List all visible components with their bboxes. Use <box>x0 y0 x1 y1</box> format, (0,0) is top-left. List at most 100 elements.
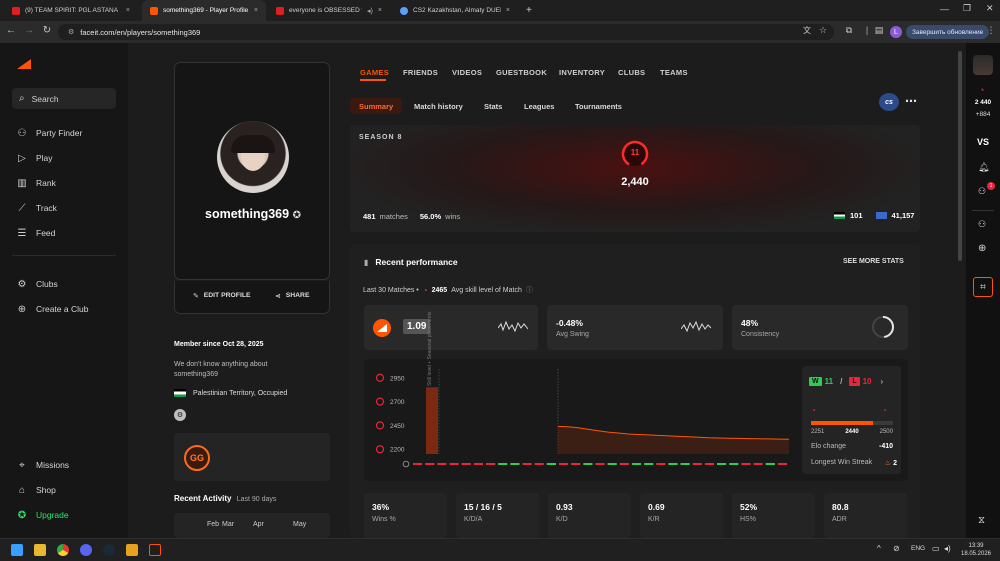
result-loss-mark[interactable] <box>656 463 666 465</box>
result-win-mark[interactable] <box>631 463 642 465</box>
cs2-game-badge[interactable]: cs <box>879 93 899 111</box>
maximize-icon[interactable]: ❐ <box>963 3 971 14</box>
result-win-mark[interactable] <box>765 463 775 465</box>
translate-icon[interactable]: 文 <box>800 25 814 36</box>
edit-profile-button[interactable]: ✎ EDIT PROFILE <box>193 292 251 300</box>
subtab-tournaments[interactable]: Tournaments <box>575 98 622 114</box>
tab-guestbook[interactable]: GUESTBOOK <box>496 68 547 77</box>
chrome-icon[interactable] <box>57 544 69 556</box>
result-loss-mark[interactable] <box>619 463 629 465</box>
tab-videos[interactable]: VIDEOS <box>452 68 482 77</box>
result-loss-mark[interactable] <box>753 463 763 465</box>
sidebar-item-clubs[interactable]: ⚙ Clubs <box>16 278 58 290</box>
result-loss-mark[interactable] <box>777 463 787 465</box>
sidebar-item-play[interactable]: ▷ Play <box>16 152 52 164</box>
bell-icon[interactable]: 🔔︎ <box>978 162 989 173</box>
profile-avatar[interactable]: L <box>890 26 902 38</box>
party-icon[interactable]: ⚇ <box>978 219 986 230</box>
sidebar-item-missions[interactable]: ⌖ Missions <box>16 459 69 471</box>
see-more-stats-link[interactable]: SEE MORE STATS <box>843 258 904 265</box>
tab-inventory[interactable]: INVENTORY <box>559 68 605 77</box>
app-icon[interactable] <box>126 544 138 556</box>
update-button[interactable]: Завершить обновление <box>906 25 990 39</box>
result-loss-mark[interactable] <box>449 463 459 465</box>
subtab-match-history[interactable]: Match history <box>414 98 463 114</box>
steam-icon[interactable]: ⚙ <box>174 409 186 421</box>
subtab-summary[interactable]: Summary <box>350 98 403 114</box>
subtab-leagues[interactable]: Leagues <box>524 98 554 114</box>
file-explorer-icon[interactable] <box>34 544 46 556</box>
result-win-mark[interactable] <box>729 463 739 465</box>
friends-icon[interactable]: ⚇ <box>978 186 986 197</box>
result-loss-mark[interactable] <box>534 463 544 465</box>
faceit-logo-icon[interactable] <box>16 58 32 70</box>
browser-tab-1[interactable]: (9) TEAM SPIRIT: PGL ASTANA × <box>4 0 138 21</box>
result-loss-mark[interactable] <box>595 463 605 465</box>
sidebar-item-upgrade[interactable]: ✪ Upgrade <box>16 509 69 521</box>
windows-start-icon[interactable] <box>11 544 23 556</box>
tab-clubs[interactable]: CLUBS <box>618 68 645 77</box>
menu-icon[interactable]: ⋮ <box>984 25 998 36</box>
tray-chevron-icon[interactable]: ^ <box>877 544 881 553</box>
share-button[interactable]: ⋖ SHARE <box>275 292 310 300</box>
chevron-right-icon[interactable]: › <box>881 377 884 386</box>
gg-badge-icon[interactable]: GG <box>184 445 210 471</box>
browser-tab-2[interactable]: something369 - Player Profile - × <box>142 0 266 21</box>
result-loss-mark[interactable] <box>522 463 532 465</box>
steam-taskbar-icon[interactable] <box>103 544 115 556</box>
result-win-mark[interactable] <box>583 463 593 465</box>
result-loss-mark[interactable] <box>413 463 423 465</box>
result-win-mark[interactable] <box>644 463 654 465</box>
sidebar-item-create-club[interactable]: ⊕ Create a Club <box>16 303 89 315</box>
result-loss-mark[interactable] <box>486 463 496 465</box>
result-loss-mark[interactable] <box>571 463 581 465</box>
sidebar-item-shop[interactable]: ⌂ Shop <box>16 484 56 496</box>
more-options-icon[interactable]: ⋯ <box>905 94 917 108</box>
extensions-icon[interactable]: ⧉ <box>842 25 856 36</box>
expand-icon[interactable]: ⧖ <box>978 515 985 526</box>
close-icon[interactable]: × <box>378 7 382 14</box>
monitor-icon[interactable]: ▭ <box>932 544 940 553</box>
region-rank[interactable]: 41,157 <box>892 211 915 220</box>
result-loss-mark[interactable] <box>425 463 435 465</box>
result-loss-mark[interactable] <box>692 463 702 465</box>
result-loss-mark[interactable] <box>461 463 471 465</box>
result-loss-mark[interactable] <box>437 463 447 465</box>
result-win-mark[interactable] <box>607 463 617 465</box>
site-info-icon[interactable]: ⚙ <box>68 28 74 36</box>
browser-tab-3[interactable]: everyone is OBSESSED with ◂) × <box>268 0 390 21</box>
tab-games[interactable]: GAMES <box>360 68 389 77</box>
tab-teams[interactable]: TEAMS <box>660 68 688 77</box>
faceit-anticheat-icon[interactable] <box>149 544 161 556</box>
scrollbar-track[interactable] <box>958 43 964 538</box>
sidebar-item-rank[interactable]: ▥ Rank <box>16 177 56 189</box>
new-tab-button[interactable]: + <box>518 0 540 21</box>
result-win-mark[interactable] <box>680 463 690 465</box>
user-avatar[interactable] <box>973 55 993 75</box>
tab-friends[interactable]: FRIENDS <box>403 68 438 77</box>
url-input[interactable]: ⚙ faceit.com/en/players/something369 <box>58 24 834 40</box>
browser-tab-4[interactable]: CS2 Kazakhstan, Almaty DUELS × <box>392 0 518 21</box>
result-win-mark[interactable] <box>510 463 520 465</box>
discord-icon[interactable] <box>80 544 92 556</box>
forward-icon[interactable]: → <box>22 25 36 36</box>
sidepanel-icon[interactable]: ▤ <box>872 25 886 36</box>
sidebar-item-party-finder[interactable]: ⚇ Party Finder <box>16 127 83 139</box>
minimize-icon[interactable]: — <box>940 4 949 14</box>
result-loss-mark[interactable] <box>741 463 751 465</box>
add-circle-icon[interactable]: ⊕ <box>978 243 986 254</box>
result-win-mark[interactable] <box>717 463 727 465</box>
back-icon[interactable]: ← <box>4 25 18 36</box>
result-win-mark[interactable] <box>546 463 556 465</box>
volume-icon[interactable]: ◂) <box>944 544 951 553</box>
anticheat-icon[interactable]: ⌗ <box>973 277 993 297</box>
scrollbar-thumb[interactable] <box>958 51 962 261</box>
country-rank[interactable]: 101 <box>850 211 863 220</box>
sidebar-item-feed[interactable]: ☰ Feed <box>16 227 56 239</box>
close-icon[interactable]: × <box>126 7 130 14</box>
vs-button[interactable]: VS <box>966 137 1000 147</box>
clock[interactable]: 13:39 18.05.2026 <box>960 542 992 558</box>
language-indicator[interactable]: ENG <box>911 545 925 552</box>
search-input[interactable]: ⌕ Search <box>12 88 116 109</box>
subtab-stats[interactable]: Stats <box>484 98 502 114</box>
